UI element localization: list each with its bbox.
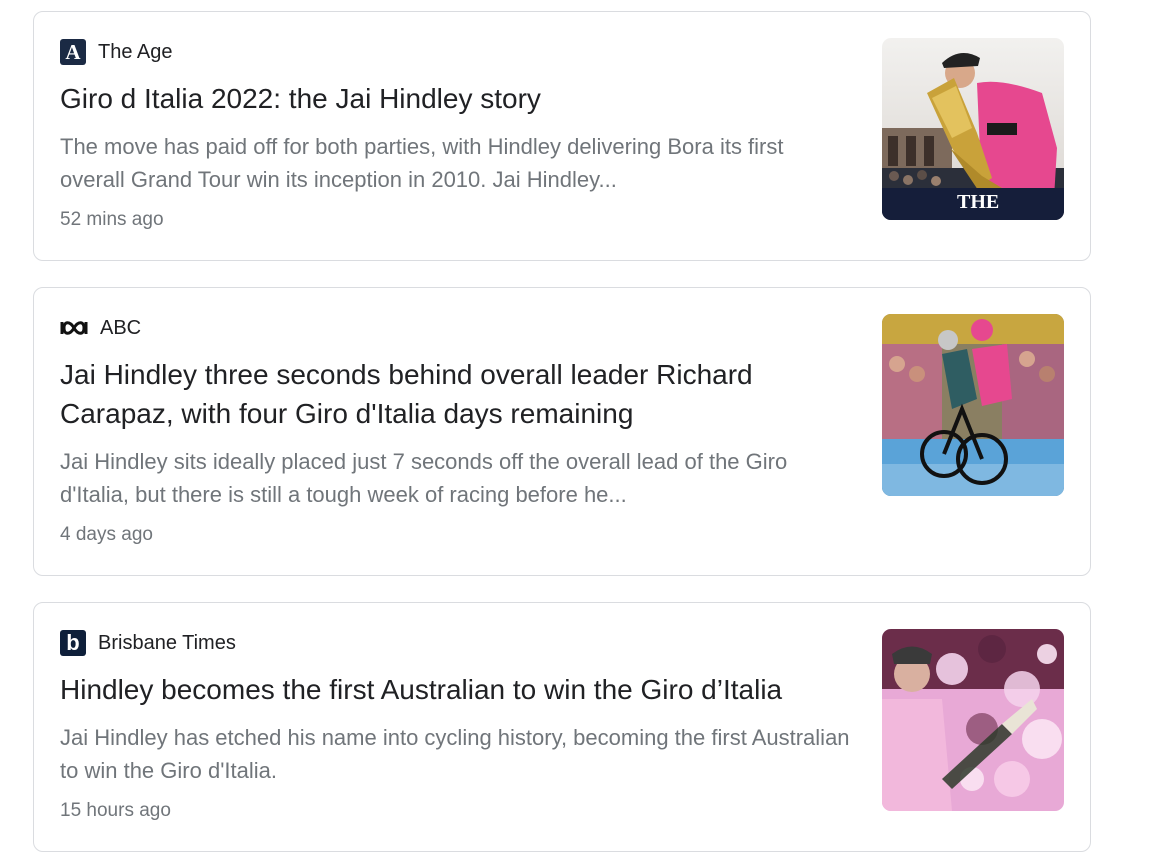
article-snippet: Jai Hindley sits ideally placed just 7 s… <box>60 449 788 507</box>
source-row: ABC <box>60 315 141 341</box>
news-card-brisbane-times[interactable]: b Brisbane Times Hindley becomes the fir… <box>33 602 1091 852</box>
source-name: Brisbane Times <box>98 631 236 654</box>
article-snippet: The move has paid off for both parties, … <box>60 134 784 192</box>
headline-link[interactable]: Hindley becomes the first Australian to … <box>60 670 850 709</box>
news-card-abc[interactable]: ABC Jai Hindley three seconds behind ove… <box>33 287 1091 576</box>
source-name: The Age <box>98 40 173 63</box>
article-timestamp: 52 mins ago <box>60 209 164 230</box>
news-feed: A The Age Giro d Italia 2022: the Jai Hi… <box>0 0 1162 854</box>
article-timestamp: 15 hours ago <box>60 800 171 821</box>
article-snippet: Jai Hindley has etched his name into cyc… <box>60 725 850 783</box>
source-row: b Brisbane Times <box>60 630 236 656</box>
article-thumbnail[interactable] <box>882 314 1064 496</box>
brisbane-times-logo-icon: b <box>60 630 86 656</box>
news-card-the-age[interactable]: A The Age Giro d Italia 2022: the Jai Hi… <box>33 11 1091 261</box>
abc-logo-icon <box>60 315 88 341</box>
champagne-celebration-photo-image <box>882 629 1064 811</box>
the-age-logo-icon: A <box>60 39 86 65</box>
article-thumbnail[interactable]: THE <box>882 38 1064 220</box>
cyclists-racing-photo-image <box>882 314 1064 496</box>
article-thumbnail[interactable] <box>882 629 1064 811</box>
source-row: A The Age <box>60 39 173 65</box>
trophy-kiss-photo-image: THE <box>882 38 1064 220</box>
headline-link[interactable]: Jai Hindley three seconds behind overall… <box>60 355 850 433</box>
article-timestamp: 4 days ago <box>60 524 153 545</box>
thumbnail-watermark: THE <box>957 191 999 213</box>
source-name: ABC <box>100 316 142 339</box>
headline-link[interactable]: Giro d Italia 2022: the Jai Hindley stor… <box>60 79 850 118</box>
